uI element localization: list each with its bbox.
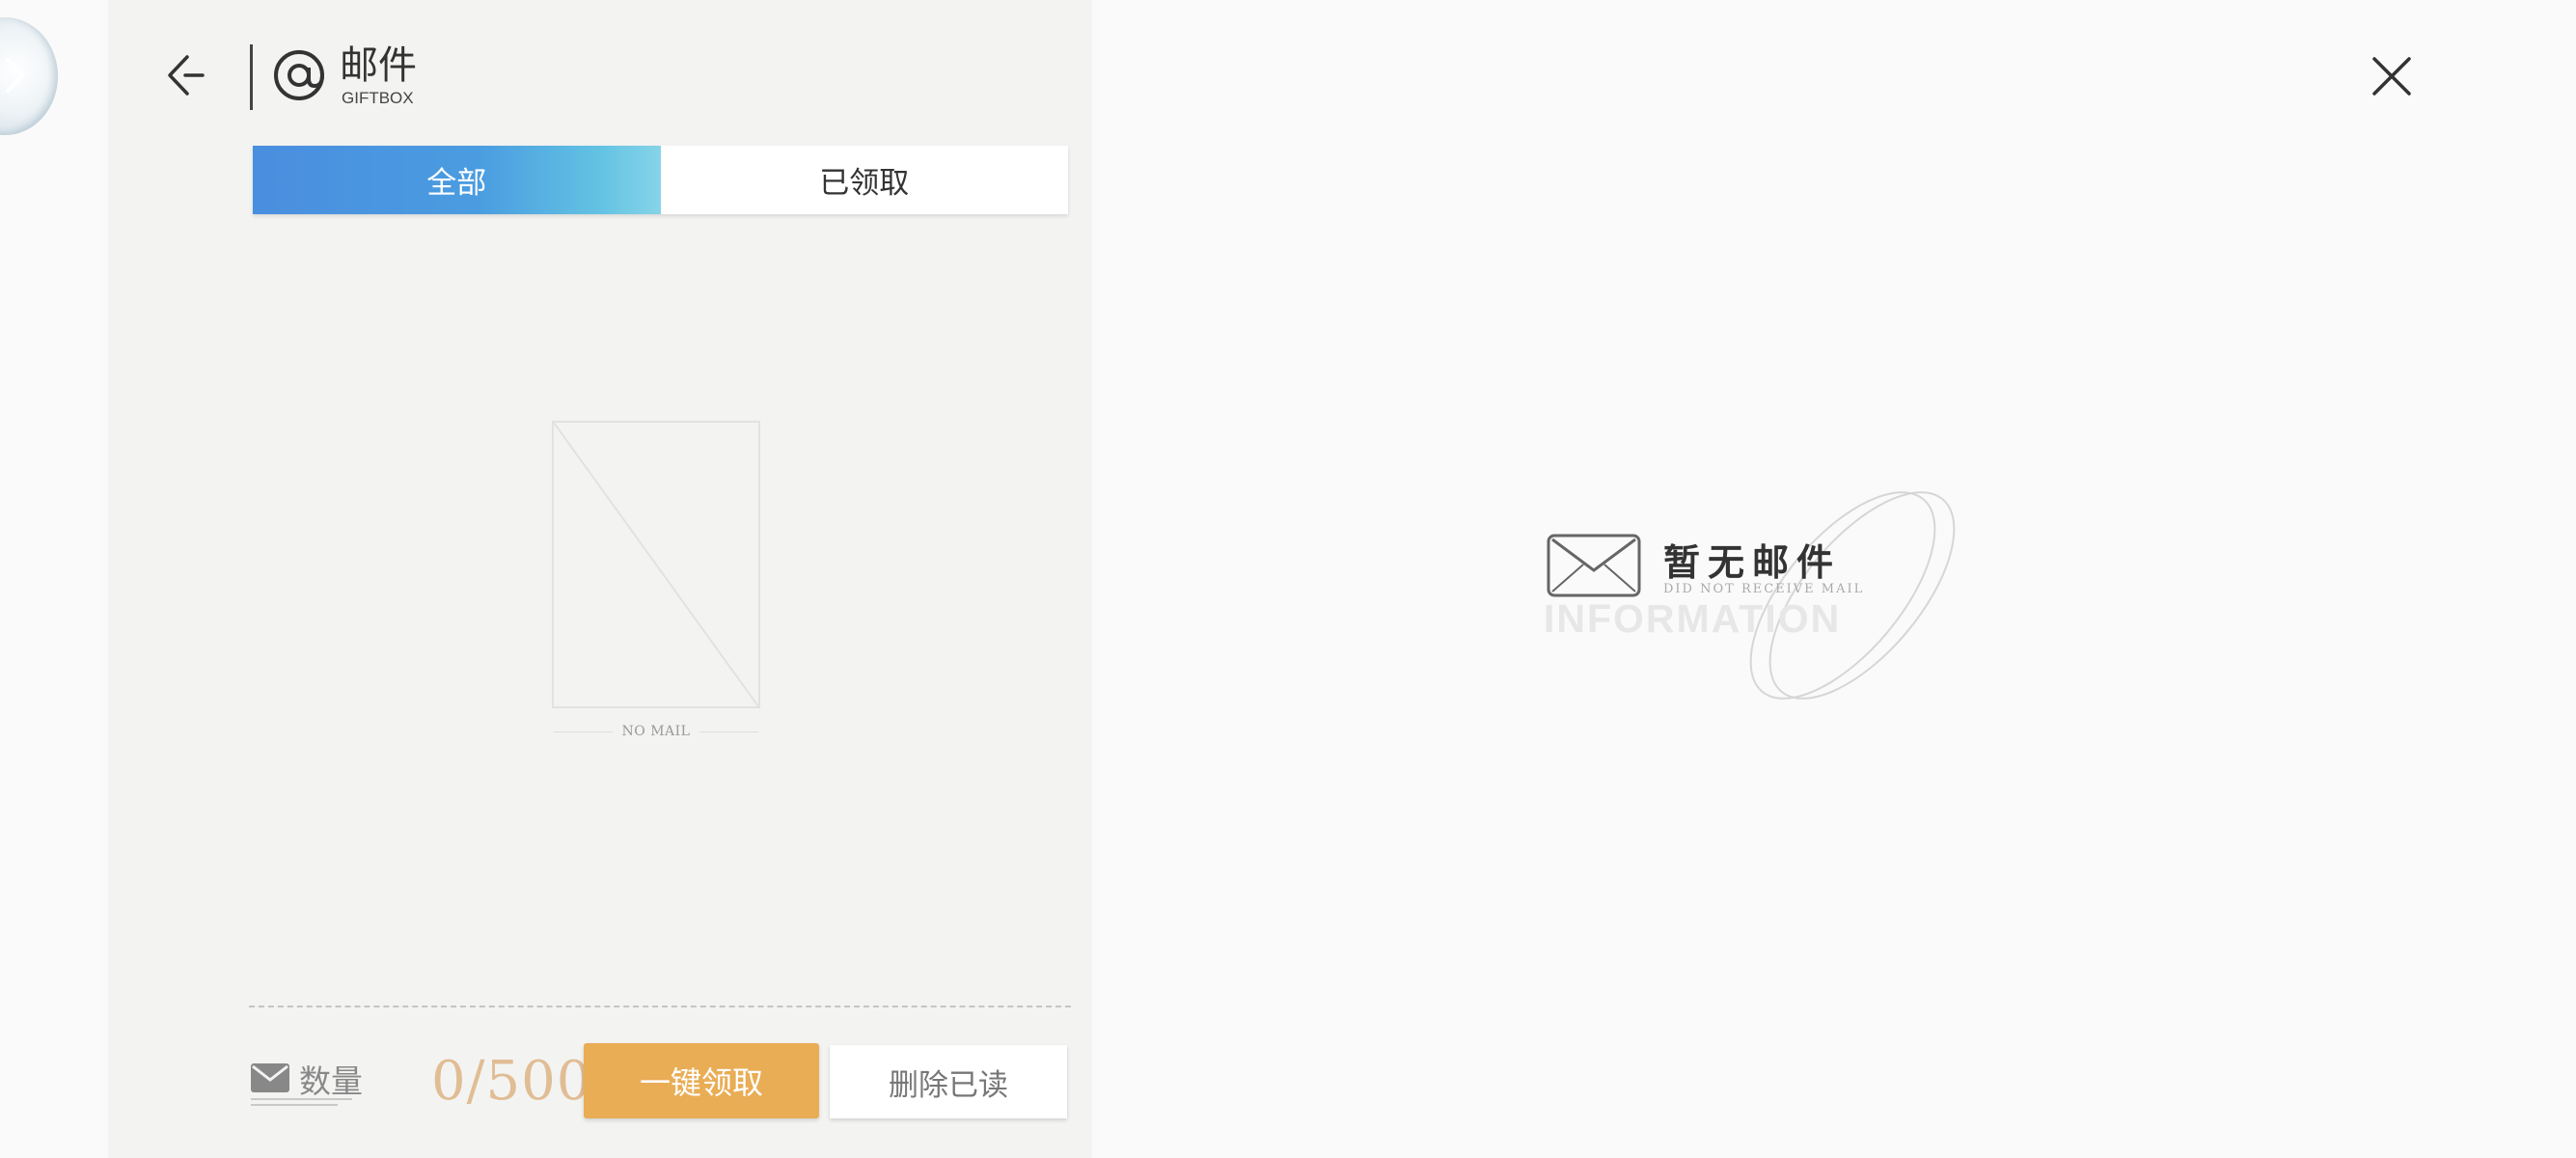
count-label: 数量 [299,1062,363,1100]
close-button[interactable] [2366,50,2418,102]
at-sign-icon [274,50,324,100]
tab-all[interactable]: 全部 [253,146,661,214]
empty-watermark: INFORMATION [1544,596,1842,641]
close-icon [2372,57,2411,96]
page-subtitle: GIFTBOX [342,89,414,107]
no-mail-label: NO MAIL [621,724,691,739]
no-mail-caption: NO MAIL [554,722,759,741]
empty-subtitle: DID NOT RECEIVE MAIL [1663,582,1865,596]
footer-divider [249,1006,1071,1007]
mail-header: 邮件 GIFTBOX [108,0,1092,145]
count-decoration [251,1098,357,1112]
caption-line-right [699,731,759,732]
mail-count-value: 0/500 [431,1050,592,1113]
caption-line-left [554,731,613,732]
side-expand-button[interactable] [0,17,58,135]
empty-title: 暂无邮件 [1663,540,1842,584]
mail-count-area: 数量 [251,1056,444,1123]
envelope-outline-icon [1547,534,1641,597]
no-mail-placeholder-image [552,421,760,708]
claim-all-button[interactable]: 一键领取 [584,1043,819,1118]
chevron-right-icon [6,58,26,93]
page-title: 邮件 [340,43,417,88]
arrow-left-icon [168,55,205,96]
title-divider [250,44,253,110]
delete-read-button[interactable]: 删除已读 [830,1045,1067,1118]
empty-mail-detail: 暂无邮件 DID NOT RECEIVE MAIL INFORMATION [1544,487,1987,709]
mail-tabs: 全部 已领取 [253,146,1068,214]
envelope-icon [251,1063,289,1092]
mail-list-panel: 邮件 GIFTBOX 全部 已领取 NO MAIL 数量 0/500 一键领取 … [108,0,1092,1158]
tab-claimed[interactable]: 已领取 [660,146,1068,214]
back-button[interactable] [161,48,209,102]
